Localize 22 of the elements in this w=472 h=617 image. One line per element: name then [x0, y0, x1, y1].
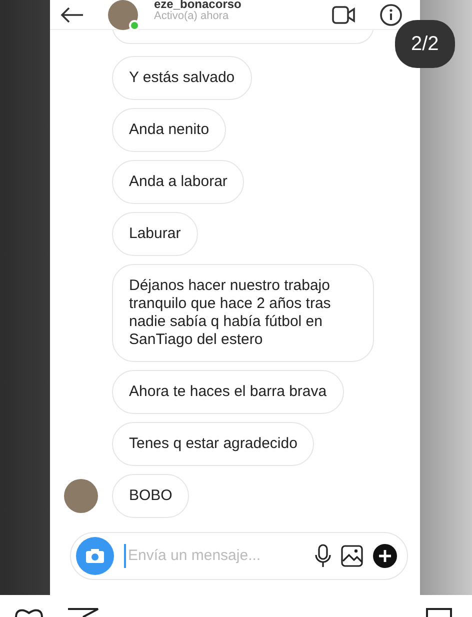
video-call-icon[interactable]: [332, 6, 356, 24]
message-bubble: Anda a laborar: [112, 160, 244, 204]
message-bubble: Anda nenito: [112, 108, 226, 152]
message-composer[interactable]: Envía un mensaje...: [70, 532, 408, 580]
username: eze_bonacorso: [154, 0, 242, 10]
send-icon[interactable]: [66, 607, 100, 617]
camera-button[interactable]: [76, 537, 114, 575]
message-bubble: BOBO: [112, 474, 190, 518]
message-bubble: Tenes q estar agradecido: [112, 422, 314, 466]
back-arrow-icon[interactable]: [60, 6, 84, 24]
plus-icon[interactable]: [373, 544, 397, 568]
image-icon[interactable]: [341, 545, 363, 567]
microphone-icon[interactable]: [315, 544, 331, 568]
message-bubble: Ahora te haces el barra brava: [112, 370, 344, 414]
message-bubble: Laburar: [112, 212, 198, 256]
info-icon[interactable]: [380, 4, 402, 26]
camera-icon: [85, 548, 105, 564]
story-counter: 2/2: [395, 20, 455, 68]
message-bubble: Déjanos hacer nuestro trabajo tranquilo que hace 2 años tras nadie sabía q había fútbol en SanTiago del estero: [112, 264, 374, 362]
bookmark-icon[interactable]: [425, 607, 453, 617]
message-bubble: Y estás salvado: [112, 56, 252, 100]
status-text: Activo(a) ahora: [154, 10, 230, 23]
